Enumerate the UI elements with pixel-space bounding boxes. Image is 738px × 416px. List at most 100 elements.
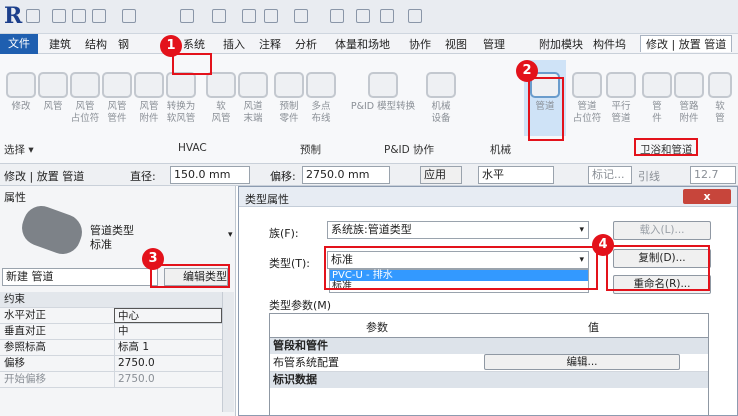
col-param-header: 参数: [366, 321, 388, 334]
group-pid: P&ID 协作: [384, 144, 435, 156]
close-icon[interactable]: x: [683, 189, 731, 204]
parallel-pipes-icon: [606, 72, 636, 98]
prop-row: 垂直对正中: [0, 324, 222, 340]
properties-scrollbar[interactable]: [222, 292, 234, 412]
tab-steel[interactable]: 钢: [116, 36, 131, 53]
family-select[interactable]: 系统族:管道类型 ▾: [327, 221, 589, 239]
step-badge-1: 1: [160, 35, 182, 57]
highlight-duplicate-rename: [606, 245, 710, 291]
fan-icon: [426, 72, 456, 98]
switch-windows-icon[interactable]: [380, 9, 394, 23]
type-parameters-label: 类型参数(M): [269, 299, 332, 312]
edit-routing-button[interactable]: 编辑...: [484, 354, 680, 370]
convert-flex-icon: [166, 72, 196, 98]
leader-length[interactable]: 12.7 mm: [690, 166, 736, 197]
tag-button[interactable]: 标记...: [588, 166, 632, 184]
group-mechanical: 机械: [490, 144, 511, 156]
table-header: 参数 值: [270, 314, 708, 338]
customize-icon[interactable]: [408, 9, 422, 23]
type-parameters-table: 参数 值 管段和管件 布管系统配置 编辑... 标识数据: [269, 313, 709, 416]
highlight-type-select: [324, 246, 598, 290]
pid-convert-icon: [368, 72, 398, 98]
type-name: 标准: [90, 238, 112, 251]
flex-pipe-icon: [708, 72, 732, 98]
text-icon[interactable]: [264, 9, 278, 23]
group-segments-fittings[interactable]: 管段和管件: [270, 338, 708, 354]
prop-row: 开始偏移 2750.0: [0, 372, 222, 388]
air-terminal-icon: [238, 72, 268, 98]
tab-structure[interactable]: 结构: [80, 36, 112, 53]
type-properties-dialog: 类型属性 x 族(F): 系统族:管道类型 ▾ 类型(T): 标准 ▾ PVC-U …: [238, 186, 738, 416]
tab-architecture[interactable]: 建筑: [44, 36, 76, 53]
undo-icon[interactable]: [122, 9, 136, 23]
pipe-accessory-icon: [674, 72, 704, 98]
tab-component-dock[interactable]: 构件坞: [588, 36, 631, 53]
tab-systems[interactable]: 系统: [178, 36, 210, 53]
col-value-header: 值: [588, 321, 599, 334]
tab-collaborate[interactable]: 协作: [404, 36, 436, 53]
chevron-down-icon: ▾: [579, 225, 584, 235]
tab-modify-place-pipe[interactable]: 修改 | 放置 管道: [640, 35, 733, 52]
pipe-placeholder-icon: [572, 72, 602, 98]
table-row: 布管系统配置 编辑...: [270, 354, 708, 372]
highlight-systems-tab: [172, 53, 212, 75]
3d-view-icon[interactable]: [294, 9, 308, 23]
prop-row: 参照标高 标高 1: [0, 340, 222, 356]
type-label: 类型(T):: [269, 257, 311, 270]
save-icon[interactable]: [72, 9, 86, 23]
tab-annotate[interactable]: 注释: [254, 36, 286, 53]
tab-file[interactable]: 文件: [0, 34, 38, 54]
section-constraints[interactable]: 约束: [0, 292, 222, 308]
tab-massing-site[interactable]: 体量和场地: [330, 36, 395, 53]
context-label: 修改 | 放置 管道: [4, 170, 85, 183]
step-badge-4: 4: [592, 234, 614, 256]
group-fabrication: 预制: [300, 144, 321, 156]
dialog-title: 类型属性: [245, 193, 289, 206]
tab-addins[interactable]: 附加模块: [534, 36, 588, 53]
dialog-titlebar: 类型属性 x: [239, 187, 737, 207]
load-button[interactable]: 载入(L)...: [613, 221, 711, 240]
pid-model-convert-tool[interactable]: P&ID 模型转换: [338, 72, 428, 113]
diameter-select[interactable]: 150.0 mm: [170, 166, 250, 184]
quick-access-toolbar: R: [0, 0, 738, 34]
slope-select[interactable]: 水平: [478, 166, 554, 184]
family-label: 族(F):: [269, 227, 299, 240]
tab-manage[interactable]: 管理: [478, 36, 510, 53]
options-bar: 修改 | 放置 管道 直径: 150.0 mm 偏移: 2750.0 mm 应用…: [0, 164, 738, 197]
home-icon[interactable]: [26, 9, 40, 23]
prop-row: 偏移 2750.0: [0, 356, 222, 372]
section-icon[interactable]: [330, 9, 344, 23]
highlight-pipe-tool: [528, 77, 564, 141]
leader-label: 引线: [638, 170, 660, 183]
group-hvac: HVAC: [178, 142, 207, 154]
open-icon[interactable]: [52, 9, 66, 23]
tab-analyze[interactable]: 分析: [290, 36, 322, 53]
routing-icon: [306, 72, 336, 98]
sync-icon[interactable]: [92, 9, 106, 23]
mechanical-equipment-tool[interactable]: 机械 设备: [420, 72, 462, 125]
tab-view[interactable]: 视图: [440, 36, 472, 53]
multi-point-routing-tool[interactable]: 多点 布线: [300, 72, 342, 125]
group-identity-data[interactable]: 标识数据: [270, 372, 708, 388]
apply-button[interactable]: 应用: [420, 166, 462, 184]
offset-label: 偏移:: [270, 170, 296, 183]
ribbon-panel: 修改 风管 风管 占位符 风管 管件 风管 附件 转换为 软风管 软风管 风道 末端 预制…: [0, 54, 738, 164]
highlight-edit-type: [150, 264, 230, 288]
dimension-icon[interactable]: [242, 9, 256, 23]
measure-icon[interactable]: [212, 9, 226, 23]
redo-icon[interactable]: [180, 9, 194, 23]
tab-insert[interactable]: 插入: [218, 36, 250, 53]
instance-filter-select[interactable]: 新建 管道: [2, 268, 158, 286]
convert-flex-duct-tool[interactable]: 转换为 软风管: [160, 72, 202, 125]
step-badge-2: 2: [516, 60, 538, 82]
ribbon-tabs: 文件 建筑 结构 钢 系统 插入 注释 分析 体量和场地 协作 视图 管理 附加…: [0, 34, 738, 54]
group-select[interactable]: 选择 ▾: [4, 142, 34, 157]
type-selector-arrow[interactable]: ▾: [228, 230, 233, 240]
properties-palette: 属性 管道类型 标准 ▾ 新建 管道 编辑类型 约束 水平对正 中心 垂直对正中 …: [0, 186, 236, 416]
flex-pipe-tool[interactable]: 软管: [702, 72, 738, 125]
pipe-type-preview: [16, 200, 88, 260]
revit-logo: R: [4, 3, 23, 29]
thin-lines-icon[interactable]: [356, 9, 370, 23]
highlight-plumbing-group: [634, 138, 698, 156]
offset-input[interactable]: 2750.0 mm: [302, 166, 390, 184]
